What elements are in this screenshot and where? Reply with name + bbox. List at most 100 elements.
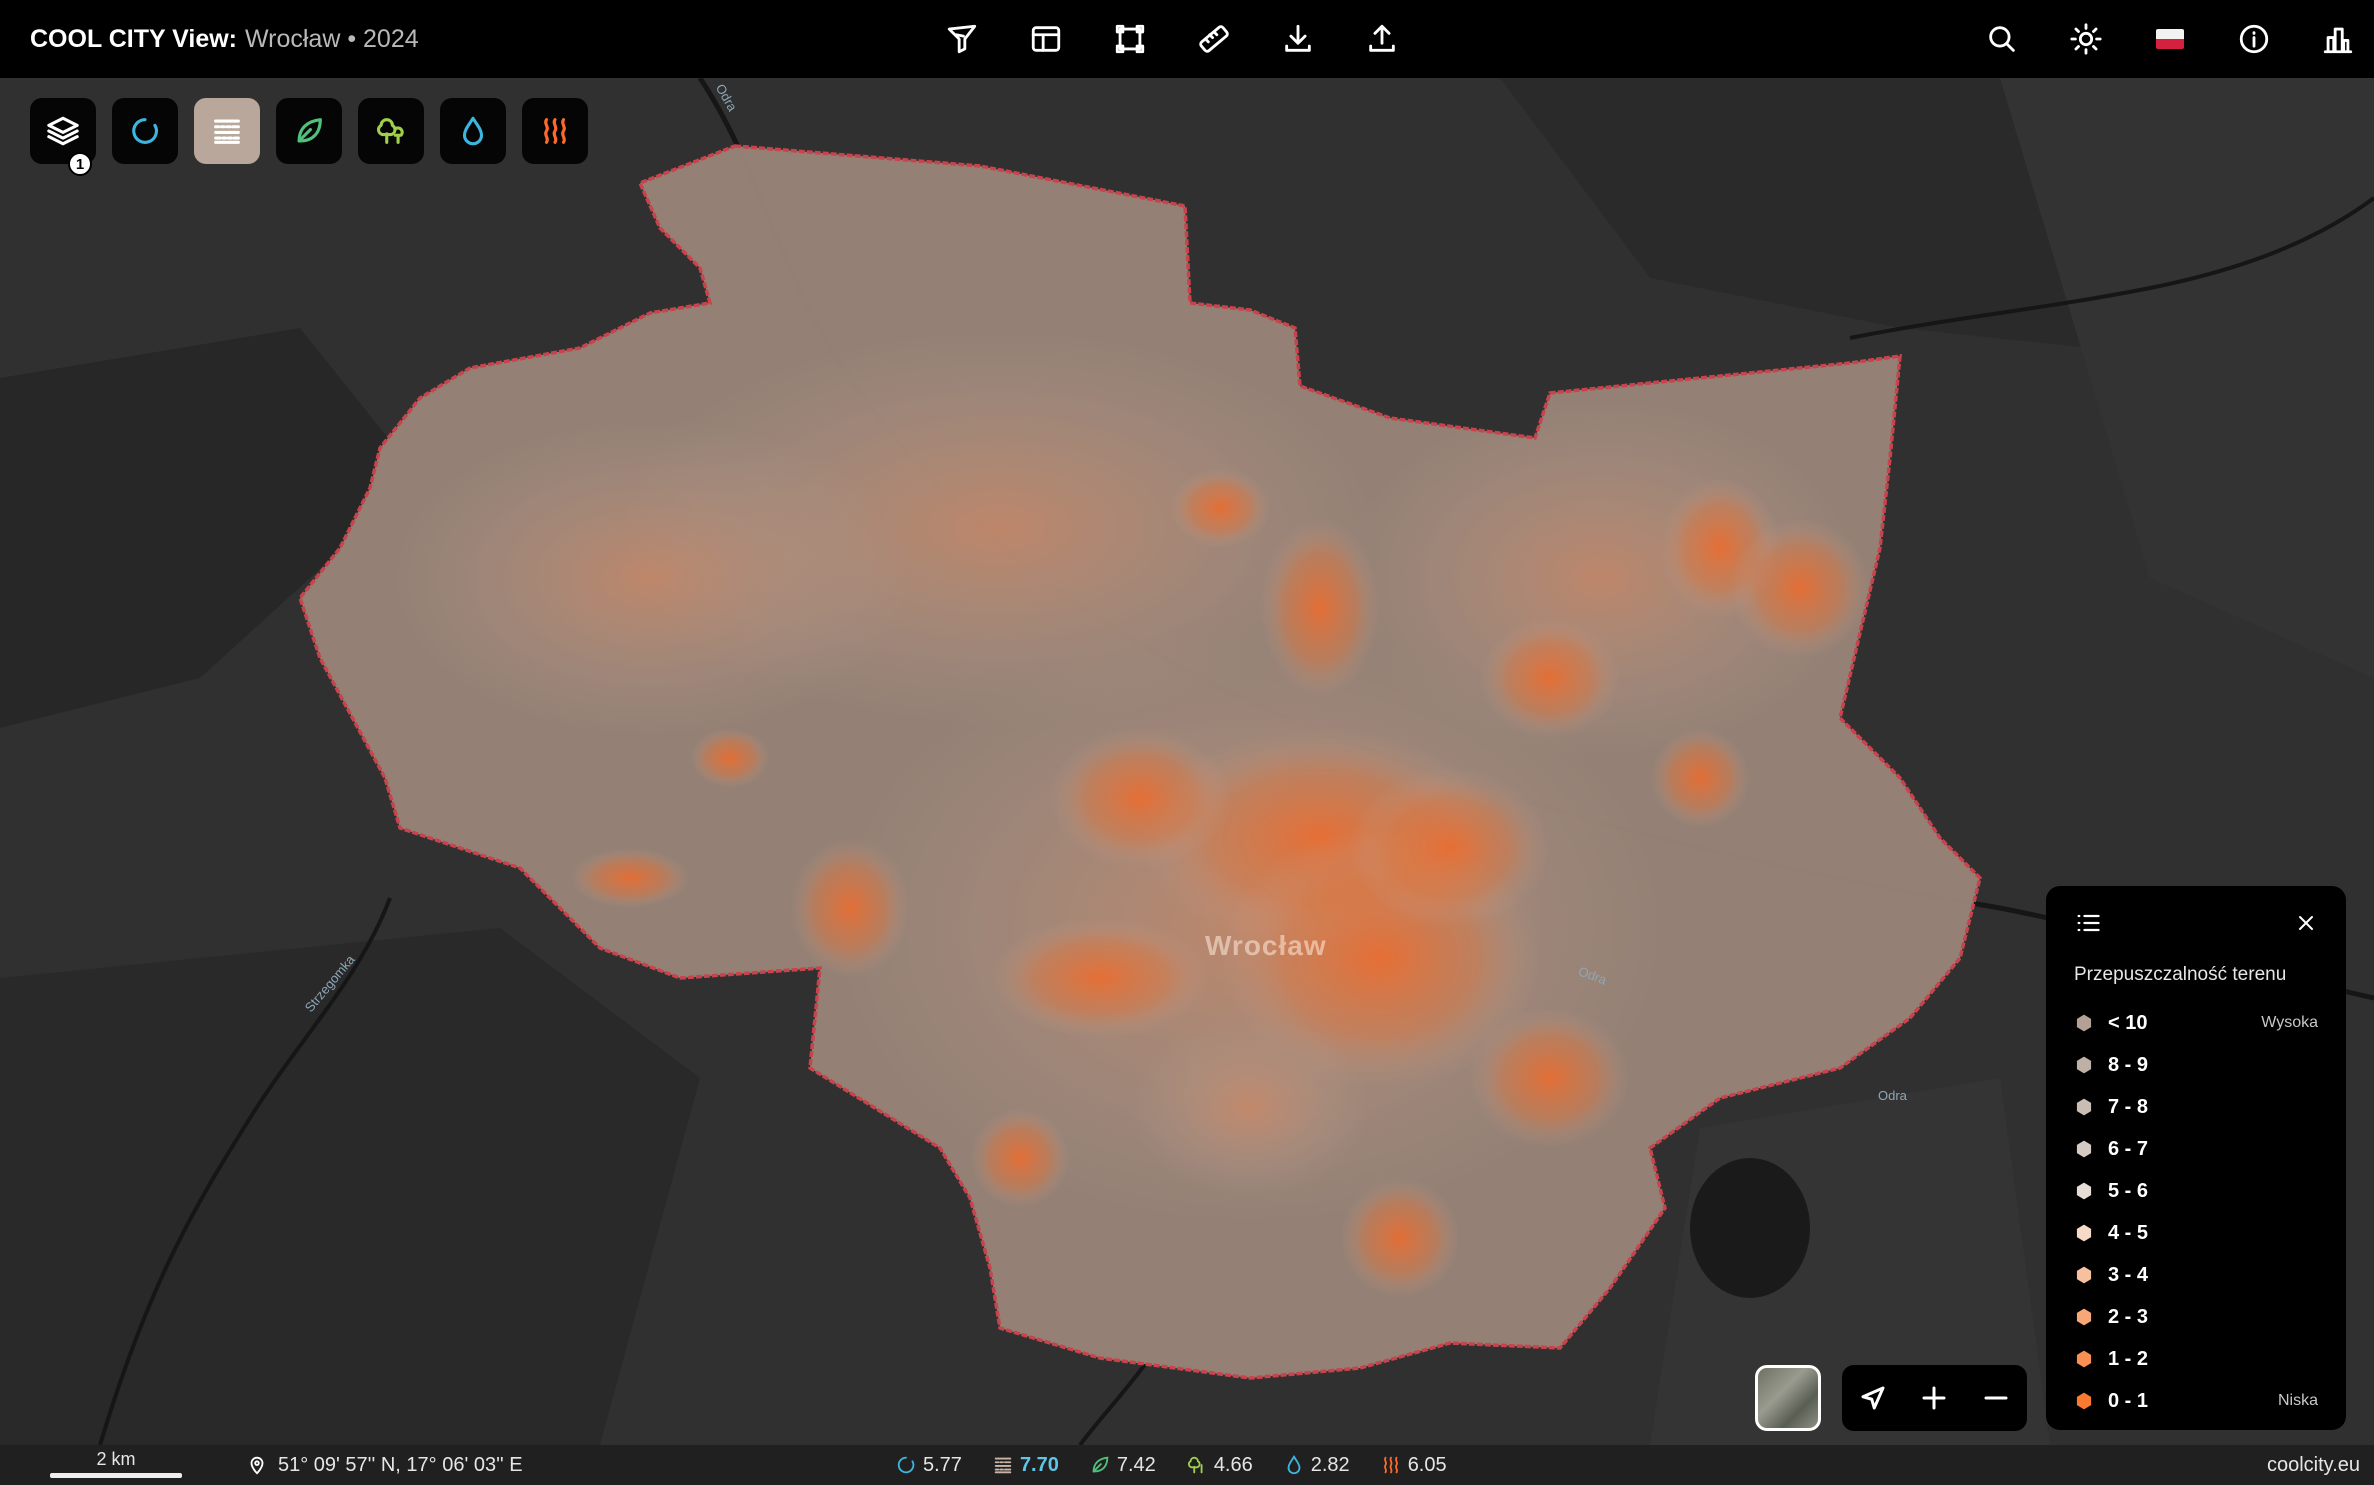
legend-item-label: 6 - 7	[2108, 1137, 2149, 1160]
spinner-icon	[132, 118, 158, 144]
layout-icon	[1031, 26, 1061, 52]
legend-item-label: 0 - 1	[2108, 1389, 2149, 1412]
basemap-toggle[interactable]	[1755, 1365, 1821, 1431]
map-base	[0, 78, 2374, 1445]
hexagon-swatch-icon	[2076, 1182, 2092, 1200]
legend-item-label: 5 - 6	[2108, 1179, 2149, 1202]
upload-icon	[1369, 24, 1395, 52]
layout-button[interactable]	[1024, 17, 1068, 61]
site-link[interactable]: coolcity.eu	[2267, 1445, 2360, 1485]
layer-button-heat[interactable]	[522, 98, 588, 164]
theme-button[interactable]	[2064, 17, 2108, 61]
hexagon-swatch-icon	[2076, 1308, 2092, 1326]
list-icon[interactable]	[2074, 909, 2102, 937]
heat-icon	[544, 118, 566, 144]
legend-item: 3 - 4	[2074, 1254, 2318, 1296]
layer-button-leaf[interactable]	[276, 98, 342, 164]
frame-select-icon	[1115, 24, 1145, 54]
metric-item: 2.82	[1283, 1454, 1350, 1477]
theme-sun-icon	[2070, 23, 2102, 55]
info-icon	[2239, 24, 2269, 54]
upload-button[interactable]	[1360, 17, 1404, 61]
hexagon-swatch-icon	[2076, 1014, 2092, 1032]
legend-item-side: Wysoka	[2261, 1014, 2318, 1031]
language-button[interactable]	[2148, 17, 2192, 61]
coordinates-text: 51° 09' 57'' N, 17° 06' 03'' E	[278, 1453, 523, 1476]
legend-panel: Przepuszczalność terenu < 10 Wysoka 8 - 9 7…	[2046, 886, 2346, 1430]
location-pin-icon	[250, 1456, 264, 1475]
legend-item-label: 8 - 9	[2108, 1053, 2149, 1076]
legend-item-label: 3 - 4	[2108, 1263, 2149, 1286]
legend-item-label: 4 - 5	[2108, 1221, 2149, 1244]
permeability-metric-icon	[994, 1457, 1012, 1474]
minus-icon	[1984, 1396, 2008, 1400]
zoom-out-button[interactable]	[1974, 1376, 2018, 1420]
trees-icon	[376, 118, 404, 144]
layer-button-trees[interactable]	[358, 98, 424, 164]
layer-button-spinner[interactable]	[112, 98, 178, 164]
metric-value: 7.42	[1116, 1453, 1156, 1476]
close-icon[interactable]	[2294, 911, 2318, 935]
locate-button[interactable]	[1851, 1376, 1895, 1420]
app-root: COOL CITY View: Wrocław • 2024 Wrocław O…	[0, 0, 2374, 1485]
legend-item: 5 - 6	[2074, 1170, 2318, 1212]
ruler-icon	[1199, 25, 1229, 53]
hexagon-swatch-icon	[2076, 1266, 2092, 1284]
legend-list: < 10 Wysoka 8 - 9 7 - 8 6 - 7 5 - 6 4 - 5 3 - 4…	[2074, 1002, 2318, 1422]
metric-item: 6.05	[1380, 1454, 1447, 1477]
metric-value: 4.66	[1213, 1453, 1253, 1476]
scale-line	[50, 1473, 182, 1478]
metric-value: 7.70	[1019, 1453, 1059, 1476]
metric-value: 2.82	[1310, 1453, 1350, 1476]
hexagon-swatch-icon	[2076, 1056, 2092, 1074]
legend-item: 4 - 5	[2074, 1212, 2318, 1254]
metric-value: 6.05	[1407, 1453, 1447, 1476]
legend-item-label: 2 - 3	[2108, 1305, 2149, 1328]
navigation-arrow-icon	[1861, 1386, 1885, 1410]
buildings-icon	[2323, 27, 2353, 54]
legend-item-label: < 10	[2108, 1011, 2148, 1034]
hexagon-swatch-icon	[2076, 1098, 2092, 1116]
map-controls	[1842, 1365, 2027, 1431]
legend-item: 6 - 7	[2074, 1128, 2318, 1170]
map-canvas[interactable]: Wrocław Odra Odra Odra Strzegomka	[0, 78, 2374, 1445]
filter-button[interactable]	[940, 17, 984, 61]
city-year: Wrocław • 2024	[245, 24, 419, 53]
measure-button[interactable]	[1192, 17, 1236, 61]
filter-icon	[947, 24, 977, 54]
leaf-icon	[297, 118, 322, 143]
legend-item: 7 - 8	[2074, 1086, 2318, 1128]
info-button[interactable]	[2232, 17, 2276, 61]
buildings-button[interactable]	[2316, 17, 2360, 61]
metrics-summary: 5.77 7.70 7.42 4.66 2.82 6.05	[895, 1445, 1447, 1485]
metric-item: 7.42	[1089, 1454, 1156, 1477]
legend-item-label: 7 - 8	[2108, 1095, 2149, 1118]
layer-button-water[interactable]	[440, 98, 506, 164]
toolbar-center	[940, 0, 1404, 78]
layer-bar: 1	[30, 98, 588, 176]
legend-item: 8 - 9	[2074, 1044, 2318, 1086]
download-icon	[1285, 24, 1311, 52]
app-brand: COOL CITY View:	[30, 24, 237, 53]
hexagon-swatch-icon	[2076, 1392, 2092, 1410]
layers-count-badge: 1	[68, 152, 92, 176]
spinner-metric-icon	[897, 1456, 915, 1474]
legend-item: 2 - 3	[2074, 1296, 2318, 1338]
layers-icon	[47, 116, 79, 146]
hexagon-swatch-icon	[2076, 1224, 2092, 1242]
flag-poland-icon	[2156, 29, 2184, 49]
leaf-metric-icon	[1092, 1456, 1109, 1473]
frame-select-button[interactable]	[1108, 17, 1152, 61]
top-bar: COOL CITY View: Wrocław • 2024	[0, 0, 2374, 78]
metric-item: 4.66	[1186, 1454, 1253, 1477]
permeability-icon	[214, 119, 240, 144]
search-button[interactable]	[1980, 17, 2024, 61]
layer-button-permeability[interactable]	[194, 98, 260, 164]
download-button[interactable]	[1276, 17, 1320, 61]
layers-button[interactable]: 1	[30, 98, 96, 176]
status-bar: 2 km 51° 09' 57'' N, 17° 06' 03'' E 5.77…	[0, 1445, 2374, 1485]
zoom-in-button[interactable]	[1912, 1376, 1956, 1420]
toolbar-right	[1980, 0, 2360, 78]
legend-item-side: Niska	[2277, 1392, 2318, 1409]
legend-title: Przepuszczalność terenu	[2074, 964, 2287, 985]
